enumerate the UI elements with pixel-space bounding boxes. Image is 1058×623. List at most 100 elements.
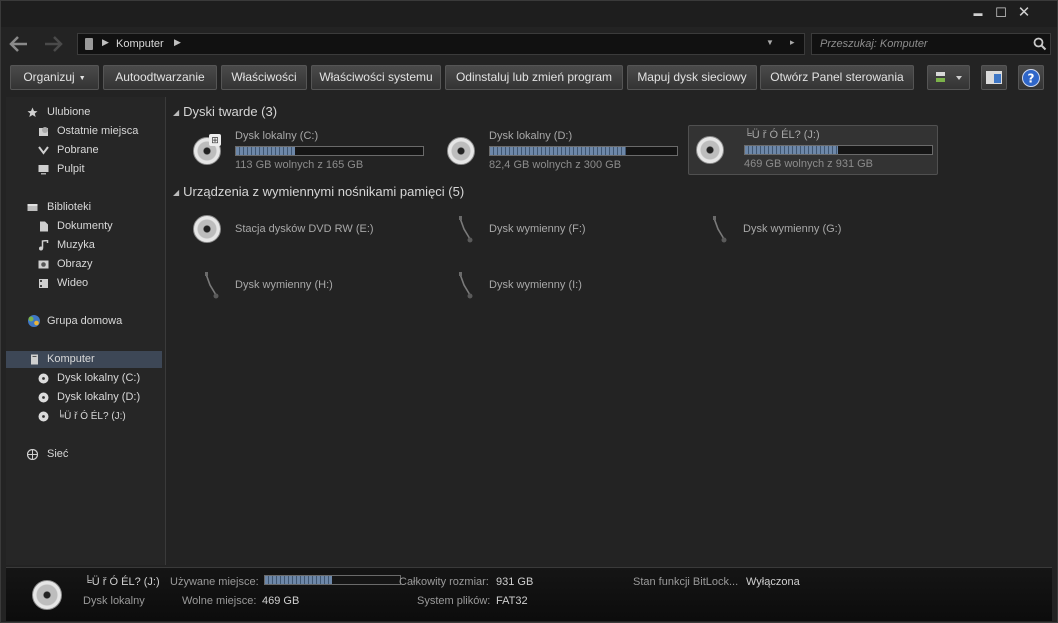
drive-free-space: 469 GB wolnych z 931 GB: [744, 158, 874, 170]
drive-name: Dysk lokalny (D:): [489, 130, 573, 142]
collapse-triangle-icon[interactable]: ◢: [173, 188, 179, 197]
refresh-icon[interactable]: ▸: [790, 37, 795, 48]
sidebar-item-label: Ostatnie miejsca: [57, 125, 139, 137]
sidebar-item-libraries[interactable]: Biblioteki: [6, 199, 162, 216]
svg-text:?: ?: [1028, 72, 1035, 86]
sidebar-item-pictures[interactable]: Obrazy: [6, 256, 162, 273]
sidebar-item-drive-c[interactable]: Dysk lokalny (C:): [6, 370, 162, 387]
sidebar-item-videos[interactable]: Wideo: [6, 275, 162, 292]
search-icon[interactable]: [1033, 37, 1047, 51]
sidebar-item-favorites[interactable]: Ulubione: [6, 104, 162, 121]
sidebar-item-drive-d[interactable]: Dysk lokalny (D:): [6, 389, 162, 406]
breadcrumb-computer[interactable]: Komputer: [116, 38, 164, 50]
autoplay-button[interactable]: Autoodtwarzanie: [103, 65, 217, 90]
view-options-icon: [935, 72, 962, 82]
details-drive-type: Dysk lokalny: [83, 595, 145, 607]
preview-pane-icon: [986, 71, 1002, 84]
removable-item-f[interactable]: Dysk wymienny (F:): [441, 211, 691, 251]
sidebar-item-documents[interactable]: Dokumenty: [6, 218, 162, 235]
group-header-removable[interactable]: ◢ Urządzenia z wymiennymi nośnikami pamię…: [173, 184, 464, 199]
open-control-panel-button[interactable]: Otwórz Panel sterowania: [760, 65, 914, 90]
sidebar-item-label: Sieć: [47, 448, 69, 460]
music-icon: [39, 240, 49, 251]
drive-tile-j[interactable]: ╘Ü ř Ó ÉL? (J:) 469 GB wolnych z 931 GB: [688, 125, 938, 175]
sidebar-item-label: Pulpit: [57, 163, 85, 175]
uninstall-button[interactable]: Odinstaluj lub zmień program: [445, 65, 623, 90]
search-input[interactable]: Przeszukaj: Komputer: [811, 33, 1051, 55]
hard-drive-icon: [696, 136, 724, 164]
chevron-down-icon: ▼: [78, 75, 86, 82]
sidebar-item-label: Dysk lokalny (D:): [57, 391, 141, 403]
chevron-right-icon[interactable]: ▶: [174, 37, 181, 48]
pictures-icon: [38, 260, 49, 269]
back-button[interactable]: [5, 31, 33, 57]
chevron-right-icon[interactable]: ▶: [102, 37, 109, 48]
details-free-value: 469 GB: [262, 595, 300, 607]
sidebar-item-recent[interactable]: Ostatnie miejsca: [6, 123, 162, 140]
history-dropdown-icon[interactable]: ▼: [766, 38, 774, 47]
sidebar-item-computer[interactable]: Komputer: [6, 351, 162, 368]
sidebar-item-music[interactable]: Muzyka: [6, 237, 162, 254]
organize-button[interactable]: Organizuj ▼: [10, 65, 99, 90]
details-bitlocker-value: Wyłączona: [746, 576, 800, 588]
desktop-icon: [38, 165, 49, 175]
network-icon: [27, 449, 38, 460]
libraries-icon: [27, 204, 38, 211]
system-properties-button[interactable]: Właściwości systemu: [311, 65, 441, 90]
forward-arrow-icon: [45, 36, 63, 52]
minimize-button[interactable]: ▬: [967, 4, 989, 22]
drive-usage-bar: [235, 146, 424, 156]
sidebar-item-label: Biblioteki: [47, 201, 92, 213]
windows-logo-icon: ⊞: [209, 134, 221, 146]
removable-item-g[interactable]: Dysk wymienny (G:): [695, 211, 945, 251]
recent-places-icon: [39, 127, 48, 136]
drive-free-space: 113 GB wolnych z 165 GB: [235, 159, 364, 171]
drive-name: ╘Ü ř Ó ÉL? (J:): [744, 129, 820, 141]
sidebar-item-homegroup[interactable]: Grupa domowa: [6, 313, 162, 330]
address-bar[interactable]: ▶ Komputer ▶ ▼ ▸: [77, 33, 805, 55]
forward-button[interactable]: [39, 31, 67, 57]
sidebar-item-label: Muzyka: [57, 239, 95, 251]
details-total-value: 931 GB: [496, 576, 534, 588]
collapse-triangle-icon[interactable]: ◢: [173, 108, 179, 117]
search-placeholder: Przeszukaj: Komputer: [820, 38, 928, 50]
drive-name: Stacja dysków DVD RW (E:): [235, 223, 374, 235]
sidebar-item-downloads[interactable]: Pobrane: [6, 142, 162, 159]
drive-free-space: 82,4 GB wolnych z 300 GB: [489, 159, 622, 171]
group-header-hard-drives[interactable]: ◢ Dyski twarde (3): [173, 104, 277, 119]
dvd-drive-icon: [193, 215, 221, 243]
details-fs-value: FAT32: [496, 595, 528, 607]
help-button[interactable]: ?: [1018, 65, 1044, 90]
details-used-label: Używane miejsce:: [170, 576, 259, 588]
sidebar-item-label: Ulubione: [47, 106, 91, 118]
removable-item-i[interactable]: Dysk wymienny (I:): [441, 267, 691, 307]
drive-usage-fill: [236, 147, 295, 155]
properties-button[interactable]: Właściwości: [221, 65, 307, 90]
sidebar-item-network[interactable]: Sieć: [6, 446, 162, 463]
change-view-button[interactable]: [927, 65, 970, 90]
drive-name: Dysk lokalny (C:): [235, 130, 319, 142]
drive-tile-c[interactable]: ⊞ Dysk lokalny (C:) 113 GB wolnych z 165…: [187, 126, 437, 176]
removable-item-h[interactable]: Dysk wymienny (H:): [187, 267, 437, 307]
drive-tile-d[interactable]: Dysk lokalny (D:) 82,4 GB wolnych z 300 …: [441, 126, 691, 176]
sidebar-item-desktop[interactable]: Pulpit: [6, 161, 162, 178]
drive-name: Dysk wymienny (H:): [235, 279, 333, 291]
file-list: ◢ Dyski twarde (3) ⊞ Dysk lokalny (C:) 11…: [167, 97, 1057, 565]
close-button[interactable]: ✕: [1013, 4, 1035, 22]
hard-drive-icon: [32, 580, 62, 610]
drive-name: Dysk wymienny (F:): [489, 223, 586, 235]
map-network-drive-button[interactable]: Mapuj dysk sieciowy: [627, 65, 757, 90]
details-drive-name: ╘Ü ř Ó ÉL? (J:): [84, 576, 160, 588]
sidebar-item-label: Grupa domowa: [47, 315, 123, 327]
sidebar-item-label: Pobrane: [57, 144, 99, 156]
details-usage-fill: [265, 576, 332, 584]
preview-pane-button[interactable]: [981, 65, 1007, 90]
sidebar-item-drive-j[interactable]: ╘Ü ř Ó ÉL? (J:): [6, 408, 162, 425]
sidebar-item-label: Dokumenty: [57, 220, 113, 232]
maximize-button[interactable]: ☐: [990, 4, 1012, 22]
details-bitlocker-label: Stan funkcji BitLock...: [633, 576, 739, 588]
removable-item-e[interactable]: Stacja dysków DVD RW (E:): [187, 211, 437, 251]
disk-drive-icon: [38, 373, 49, 384]
download-icon: [38, 146, 49, 155]
details-pane: ╘Ü ř Ó ÉL? (J:) Dysk lokalny Używane mie…: [6, 567, 1052, 621]
